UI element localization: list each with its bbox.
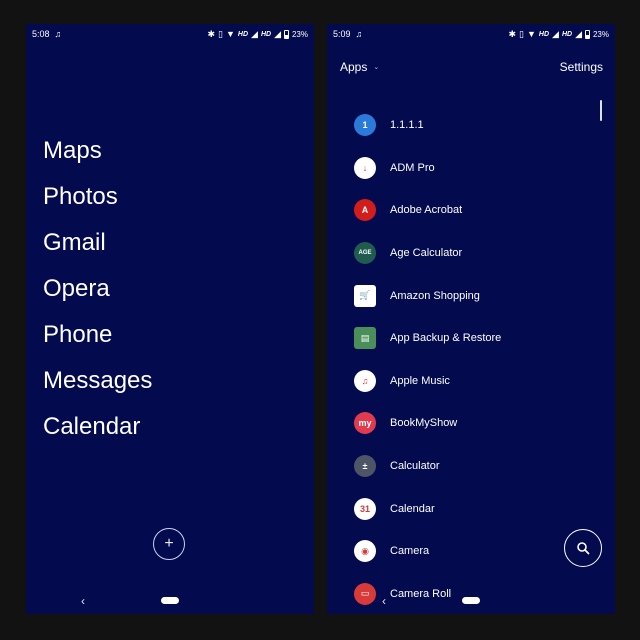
adm-pro-icon: ↓	[354, 156, 376, 179]
signal-icon: ◢	[575, 28, 582, 39]
amazon-shopping-icon: 🛒	[354, 284, 376, 307]
navigation-bar: ‹	[327, 586, 615, 614]
bluetooth-icon: ✱	[508, 28, 517, 39]
app-list-item[interactable]: ▤ App Backup & Restore	[354, 317, 501, 360]
vibrate-icon: ▯	[218, 28, 223, 39]
status-bar: 5:09 ♫ ✱ ▯ ▼ HD ◢ HD ◢ 23%	[327, 24, 615, 44]
battery-icon	[283, 29, 289, 39]
app-list-item[interactable]: ♫ Apple Music	[354, 360, 501, 403]
add-favorite-button[interactable]: +	[153, 528, 185, 560]
app-list-item[interactable]: A Adobe Acrobat	[354, 189, 501, 232]
app-backup-icon: ▤	[354, 327, 376, 350]
music-note-icon: ♫	[54, 28, 62, 39]
app-label: Age Calculator	[390, 247, 463, 260]
status-time: 5:09	[333, 29, 351, 39]
battery-icon	[584, 29, 590, 39]
app-label: 1.1.1.1	[390, 119, 424, 132]
back-icon[interactable]: ‹	[382, 594, 386, 608]
signal-icon: ◢	[274, 28, 281, 39]
battery-percent: 23%	[291, 29, 308, 39]
favorite-item-photos[interactable]: Photos	[43, 174, 152, 220]
favorite-item-maps[interactable]: Maps	[43, 128, 152, 174]
search-icon	[577, 542, 590, 555]
music-note-icon: ♫	[355, 28, 363, 39]
camera-icon: ◉	[354, 540, 376, 563]
calculator-icon: ±	[354, 455, 376, 478]
favorite-item-messages[interactable]: Messages	[43, 358, 152, 404]
app-list-item[interactable]: ± Calculator	[354, 445, 501, 488]
home-screen-favorites: 5:08 ♫ ✱ ▯ ▼ HD ◢ HD ◢ 23% Maps Photos G…	[26, 24, 314, 614]
age-calculator-icon: AGE	[354, 242, 376, 265]
app-list-item[interactable]: 🛒 Amazon Shopping	[354, 274, 501, 317]
app-list-item[interactable]: AGE Age Calculator	[354, 232, 501, 275]
adobe-acrobat-icon: A	[354, 199, 376, 222]
app-label: BookMyShow	[390, 417, 458, 430]
hd-badge: HD	[538, 30, 550, 38]
favorite-item-gmail[interactable]: Gmail	[43, 220, 152, 266]
hd-badge: HD	[260, 30, 272, 38]
favorite-apps-list: Maps Photos Gmail Opera Phone Messages C…	[43, 128, 152, 450]
apps-dropdown[interactable]: Apps ⌄	[340, 60, 379, 74]
home-pill[interactable]	[161, 596, 179, 604]
app-list-item[interactable]: 31 Calendar	[354, 487, 501, 530]
app-label: ADM Pro	[390, 161, 435, 174]
search-button[interactable]	[564, 529, 602, 567]
hd-badge: HD	[561, 30, 573, 38]
app-label: Camera	[390, 545, 430, 558]
app-label: Apple Music	[390, 374, 450, 387]
chevron-down-icon: ⌄	[373, 64, 380, 71]
bookmyshow-icon: my	[354, 412, 376, 435]
apple-music-icon: ♫	[354, 369, 376, 392]
app-list-item[interactable]: ◉ Camera	[354, 530, 501, 573]
signal-icon: ◢	[552, 28, 559, 39]
favorite-item-opera[interactable]: Opera	[43, 266, 152, 312]
battery-percent: 23%	[592, 29, 609, 39]
apps-dropdown-label: Apps	[340, 60, 368, 74]
plus-icon: +	[164, 535, 174, 552]
calendar-icon: 31	[354, 497, 376, 520]
wifi-icon: ▼	[225, 28, 235, 39]
app-label: Calculator	[390, 460, 440, 473]
status-bar: 5:08 ♫ ✱ ▯ ▼ HD ◢ HD ◢ 23%	[26, 24, 314, 44]
app-list-item[interactable]: ↓ ADM Pro	[354, 147, 501, 190]
status-time: 5:08	[32, 29, 50, 39]
bluetooth-icon: ✱	[207, 28, 216, 39]
app-list: 1 1.1.1.1 ↓ ADM Pro A Adobe Acrobat AGE Age Cal…	[354, 104, 501, 614]
settings-link[interactable]: Settings	[560, 60, 603, 74]
app-label: App Backup & Restore	[390, 332, 502, 345]
vibrate-icon: ▯	[519, 28, 524, 39]
favorite-item-calendar[interactable]: Calendar	[43, 404, 152, 450]
signal-icon: ◢	[251, 28, 258, 39]
app-label: Amazon Shopping	[390, 289, 480, 302]
cloudflare-1111-icon: 1	[354, 114, 376, 137]
home-pill[interactable]	[462, 596, 480, 604]
navigation-bar: ‹	[26, 586, 314, 614]
app-drawer-screen: 5:09 ♫ ✱ ▯ ▼ HD ◢ HD ◢ 23% Apps ⌄ Settin…	[327, 24, 615, 614]
app-list-item[interactable]: 1 1.1.1.1	[354, 104, 501, 147]
app-drawer-header: Apps ⌄ Settings	[327, 58, 615, 76]
app-label: Adobe Acrobat	[390, 204, 463, 217]
hd-badge: HD	[237, 30, 249, 38]
back-icon[interactable]: ‹	[81, 594, 85, 608]
scrollbar-thumb[interactable]	[600, 100, 602, 121]
wifi-icon: ▼	[526, 28, 536, 39]
favorite-item-phone[interactable]: Phone	[43, 312, 152, 358]
app-label: Calendar	[390, 502, 435, 515]
app-list-item[interactable]: my BookMyShow	[354, 402, 501, 445]
